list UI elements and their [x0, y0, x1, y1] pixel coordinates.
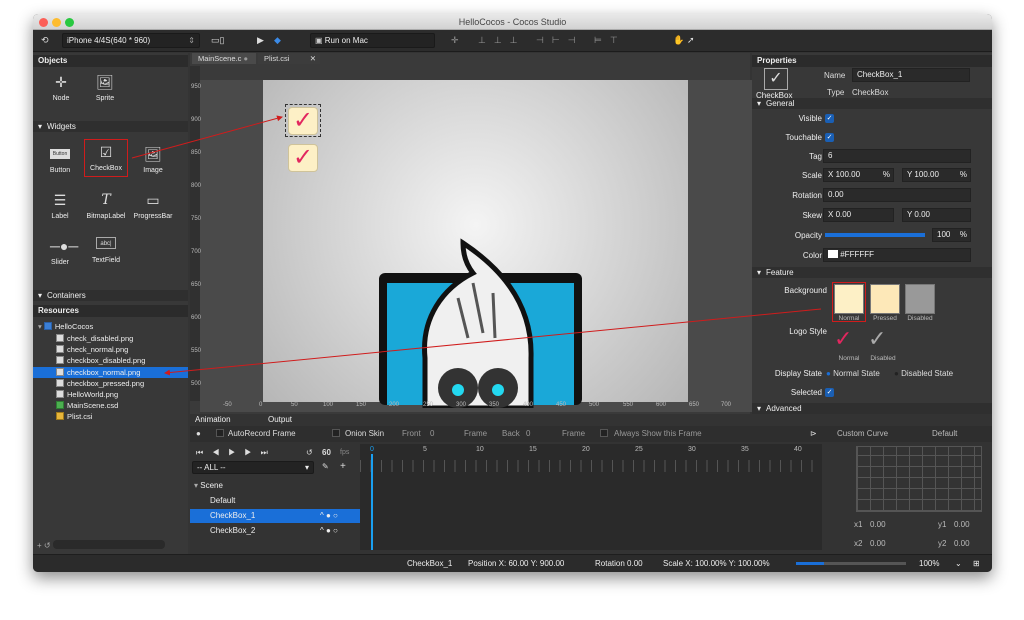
arrow-background-to-resource — [164, 308, 822, 376]
annotation-arrows — [131, 115, 822, 376]
arrow-checkbox-to-canvas — [131, 115, 283, 159]
